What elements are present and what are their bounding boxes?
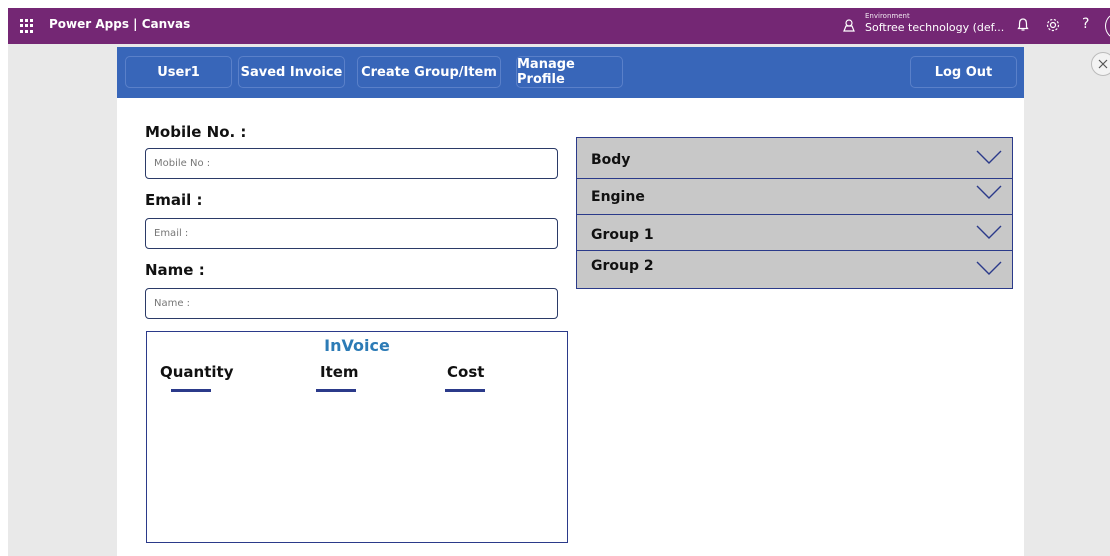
accordion-row-group-2[interactable]: Group 2 [577, 250, 1012, 286]
app-title: Power Apps | Canvas [49, 17, 191, 31]
log-out-button[interactable]: Log Out [910, 56, 1017, 88]
close-icon[interactable] [1091, 52, 1110, 76]
bell-icon[interactable] [1015, 17, 1031, 33]
name-label: Name : [145, 261, 205, 279]
chevron-down-icon[interactable] [976, 261, 1002, 275]
help-icon[interactable]: ? [1082, 16, 1089, 32]
chevron-down-icon[interactable] [976, 225, 1002, 239]
mobile-label: Mobile No. : [145, 123, 247, 141]
app-canvas: User1 Saved Invoice Create Group/Item Ma… [117, 47, 1024, 556]
accordion-row-body[interactable]: Body [577, 138, 1012, 174]
accordion-row-group-1[interactable]: Group 1 [577, 214, 1012, 250]
nav-bar: User1 Saved Invoice Create Group/Item Ma… [117, 47, 1024, 98]
accordion-label: Group 2 [591, 258, 654, 274]
mobile-input[interactable] [145, 148, 558, 179]
manage-profile-button[interactable]: Manage Profile [516, 56, 623, 88]
email-label: Email : [145, 191, 203, 209]
invoice-panel: InVoice Quantity Item Cost [146, 331, 568, 543]
avatar[interactable] [1105, 13, 1110, 39]
item-header: Item [320, 363, 359, 381]
accordion-row-engine[interactable]: Engine [577, 178, 1012, 214]
environment-icon[interactable] [842, 18, 856, 32]
cost-underline [445, 389, 485, 392]
accordion-label: Group 1 [591, 227, 654, 243]
chevron-down-icon[interactable] [976, 185, 1002, 199]
invoice-title: InVoice [324, 336, 390, 355]
app-header-bar: Power Apps | Canvas Environment Softree … [8, 8, 1110, 44]
accordion-label: Engine [591, 189, 645, 205]
quantity-underline [171, 389, 211, 392]
chevron-down-icon[interactable] [976, 150, 1002, 164]
gear-icon[interactable] [1045, 17, 1061, 33]
create-group-item-button[interactable]: Create Group/Item [357, 56, 501, 88]
cost-header: Cost [447, 363, 485, 381]
item-underline [316, 389, 356, 392]
group-accordion: Body Engine Group 1 Group 2 [576, 137, 1013, 289]
quantity-header: Quantity [160, 363, 234, 381]
accordion-label: Body [591, 152, 631, 168]
email-input[interactable] [145, 218, 558, 249]
environment-name[interactable]: Softree technology (def... [865, 21, 1004, 34]
environment-label: Environment [865, 12, 910, 20]
name-input[interactable] [145, 288, 558, 319]
waffle-icon[interactable] [17, 16, 37, 36]
saved-invoice-button[interactable]: Saved Invoice [238, 56, 345, 88]
user1-button[interactable]: User1 [125, 56, 232, 88]
